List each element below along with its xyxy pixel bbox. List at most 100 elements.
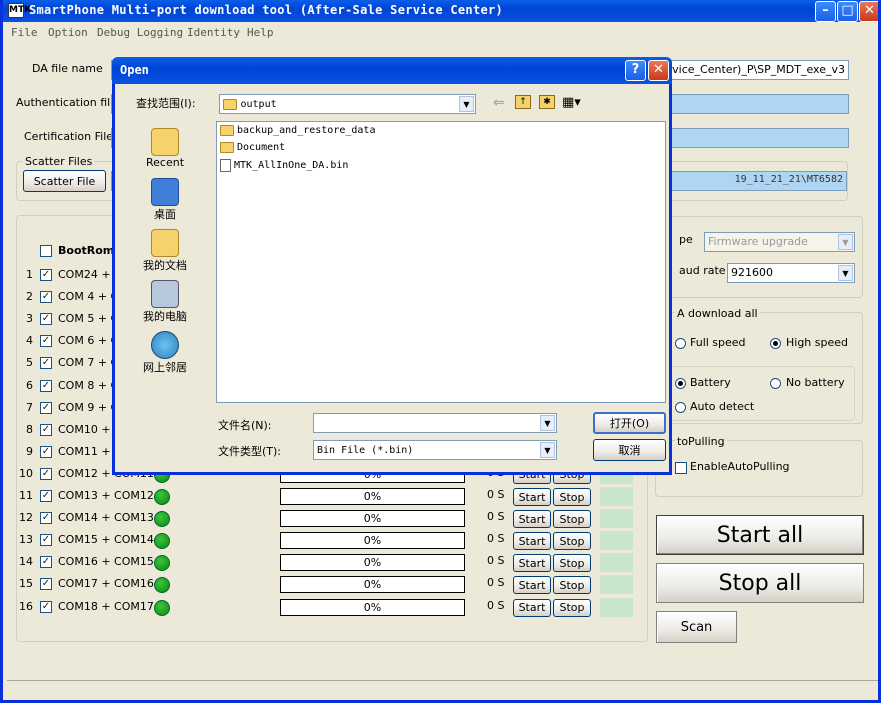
list-item[interactable]: Document xyxy=(220,142,285,153)
menu-file[interactable]: File xyxy=(11,26,38,39)
row-number: 7 xyxy=(26,400,33,414)
progress-bar: 0% xyxy=(280,554,465,572)
auto-detect-radio[interactable] xyxy=(675,402,686,413)
row-number: 9 xyxy=(26,444,33,458)
start-button[interactable]: Start xyxy=(513,488,551,506)
row-number: 4 xyxy=(26,334,33,348)
stop-button[interactable]: Stop xyxy=(553,554,591,573)
lookin-select[interactable]: output ▼ xyxy=(219,94,476,114)
list-item[interactable]: backup_and_restore_data xyxy=(220,125,375,136)
stop-button[interactable]: Stop xyxy=(553,598,591,617)
row-number: 8 xyxy=(26,422,33,436)
filename-input[interactable]: ▼ xyxy=(313,413,557,433)
place-my-computer[interactable]: 我的电脑 xyxy=(117,280,213,324)
place-desktop[interactable]: 桌面 xyxy=(117,178,213,222)
row-checkbox[interactable]: ✓ xyxy=(40,335,52,348)
stop-button[interactable]: Stop xyxy=(553,532,591,551)
progress-bar: 0% xyxy=(280,598,465,616)
no-battery-radio[interactable] xyxy=(770,378,781,389)
chevron-down-icon[interactable]: ▼ xyxy=(459,96,474,112)
row-checkbox[interactable]: ✓ xyxy=(40,291,52,304)
row-checkbox[interactable]: ✓ xyxy=(40,269,52,281)
back-icon[interactable]: ⇐ xyxy=(493,95,505,111)
maximize-button[interactable]: □ xyxy=(837,1,858,22)
row-checkbox[interactable]: ✓ xyxy=(40,401,52,414)
list-item[interactable]: MTK_AllInOne_DA.bin xyxy=(220,159,348,172)
lookin-value: output xyxy=(240,99,277,110)
file-icon xyxy=(220,159,231,172)
dialog-close-button[interactable]: ✕ xyxy=(648,60,669,81)
elapsed-time: 0 S xyxy=(487,576,505,590)
start-button[interactable]: Start xyxy=(513,554,551,573)
elapsed-time: 0 S xyxy=(487,488,505,501)
row-checkbox[interactable]: ✓ xyxy=(40,556,52,569)
cancel-button[interactable]: 取消 xyxy=(593,439,666,461)
row-checkbox[interactable]: ✓ xyxy=(40,379,52,392)
row-number: 13 xyxy=(19,533,33,547)
window-title: SmartPhone Multi-port download tool (Aft… xyxy=(29,3,504,17)
file-list[interactable]: backup_and_restore_data Document MTK_All… xyxy=(216,121,666,403)
menu-identity[interactable]: Identity xyxy=(187,26,240,39)
row-checkbox[interactable]: ✓ xyxy=(40,357,52,370)
start-button[interactable]: Start xyxy=(513,598,551,617)
chevron-down-icon: ▼ xyxy=(838,234,853,250)
high-speed-radio[interactable] xyxy=(770,338,781,349)
select-all-checkbox[interactable] xyxy=(40,245,52,257)
start-button[interactable]: Start xyxy=(513,510,551,529)
place-label: 桌面 xyxy=(154,208,176,221)
menu-debug-logging[interactable]: Debug Logging xyxy=(97,26,183,39)
start-button[interactable]: Start xyxy=(513,576,551,595)
row-number: 2 xyxy=(26,290,33,304)
minimize-button[interactable]: – xyxy=(815,1,836,22)
menu-option[interactable]: Option xyxy=(48,26,88,39)
places-bar: Recent 桌面 我的文档 我的电脑 网上邻居 xyxy=(117,120,213,380)
close-button[interactable]: ✕ xyxy=(859,1,878,22)
stop-all-button[interactable]: Stop all xyxy=(656,563,864,603)
menu-help[interactable]: Help xyxy=(247,26,274,39)
download-all-label: A download all xyxy=(675,307,760,320)
row-checkbox[interactable]: ✓ xyxy=(40,423,52,436)
start-button[interactable]: Start xyxy=(513,532,551,551)
enable-autopulling-checkbox[interactable] xyxy=(675,462,687,474)
chevron-down-icon[interactable]: ▼ xyxy=(540,415,555,431)
progress-bar: 0% xyxy=(280,532,465,550)
new-folder-icon[interactable]: ✱ xyxy=(539,95,555,109)
row-checkbox[interactable]: ✓ xyxy=(40,578,52,591)
row-checkbox[interactable]: ✓ xyxy=(40,313,52,326)
stop-button[interactable]: Stop xyxy=(553,510,591,529)
stop-button[interactable]: Stop xyxy=(553,488,591,506)
scatter-file-button[interactable]: Scatter File xyxy=(23,170,106,192)
status-indicator xyxy=(154,511,170,528)
battery-radio[interactable] xyxy=(675,378,686,389)
view-menu-icon[interactable]: ▦▾ xyxy=(562,95,581,110)
type-select-value: Firmware upgrade xyxy=(708,235,808,248)
status-box xyxy=(600,509,633,529)
title-bar[interactable]: MTK SmartPhone Multi-port download tool … xyxy=(3,0,878,22)
stop-button[interactable]: Stop xyxy=(553,576,591,595)
filetype-select[interactable]: Bin File (*.bin) ▼ xyxy=(313,440,557,460)
scan-button[interactable]: Scan xyxy=(656,611,737,643)
help-icon[interactable]: ? xyxy=(625,60,646,81)
row-checkbox[interactable]: ✓ xyxy=(40,445,52,458)
place-my-documents[interactable]: 我的文档 xyxy=(117,229,213,273)
baud-select[interactable]: 921600 ▼ xyxy=(727,263,855,283)
row-checkbox[interactable]: ✓ xyxy=(40,534,52,547)
port-name: COM13 + COM12 xyxy=(58,489,154,502)
row-number: 12 xyxy=(19,511,33,525)
row-checkbox[interactable]: ✓ xyxy=(40,600,52,613)
up-folder-icon[interactable]: ↑ xyxy=(515,95,531,109)
place-network[interactable]: 网上邻居 xyxy=(117,331,213,375)
start-all-button[interactable]: Start all xyxy=(656,515,864,555)
row-checkbox[interactable]: ✓ xyxy=(40,490,52,502)
filename-label: 文件名(N): xyxy=(218,419,272,432)
row-checkbox[interactable]: ✓ xyxy=(40,467,52,480)
chevron-down-icon[interactable]: ▼ xyxy=(540,442,555,458)
full-speed-radio[interactable] xyxy=(675,338,686,349)
chevron-down-icon[interactable]: ▼ xyxy=(838,265,853,281)
open-button[interactable]: 打开(O) xyxy=(593,412,666,434)
row-checkbox[interactable]: ✓ xyxy=(40,512,52,525)
file-name: backup_and_restore_data xyxy=(237,125,376,136)
row-number: 10 xyxy=(19,466,33,480)
dialog-title-bar[interactable]: Open ? ✕ xyxy=(112,57,672,84)
place-recent[interactable]: Recent xyxy=(117,128,213,169)
